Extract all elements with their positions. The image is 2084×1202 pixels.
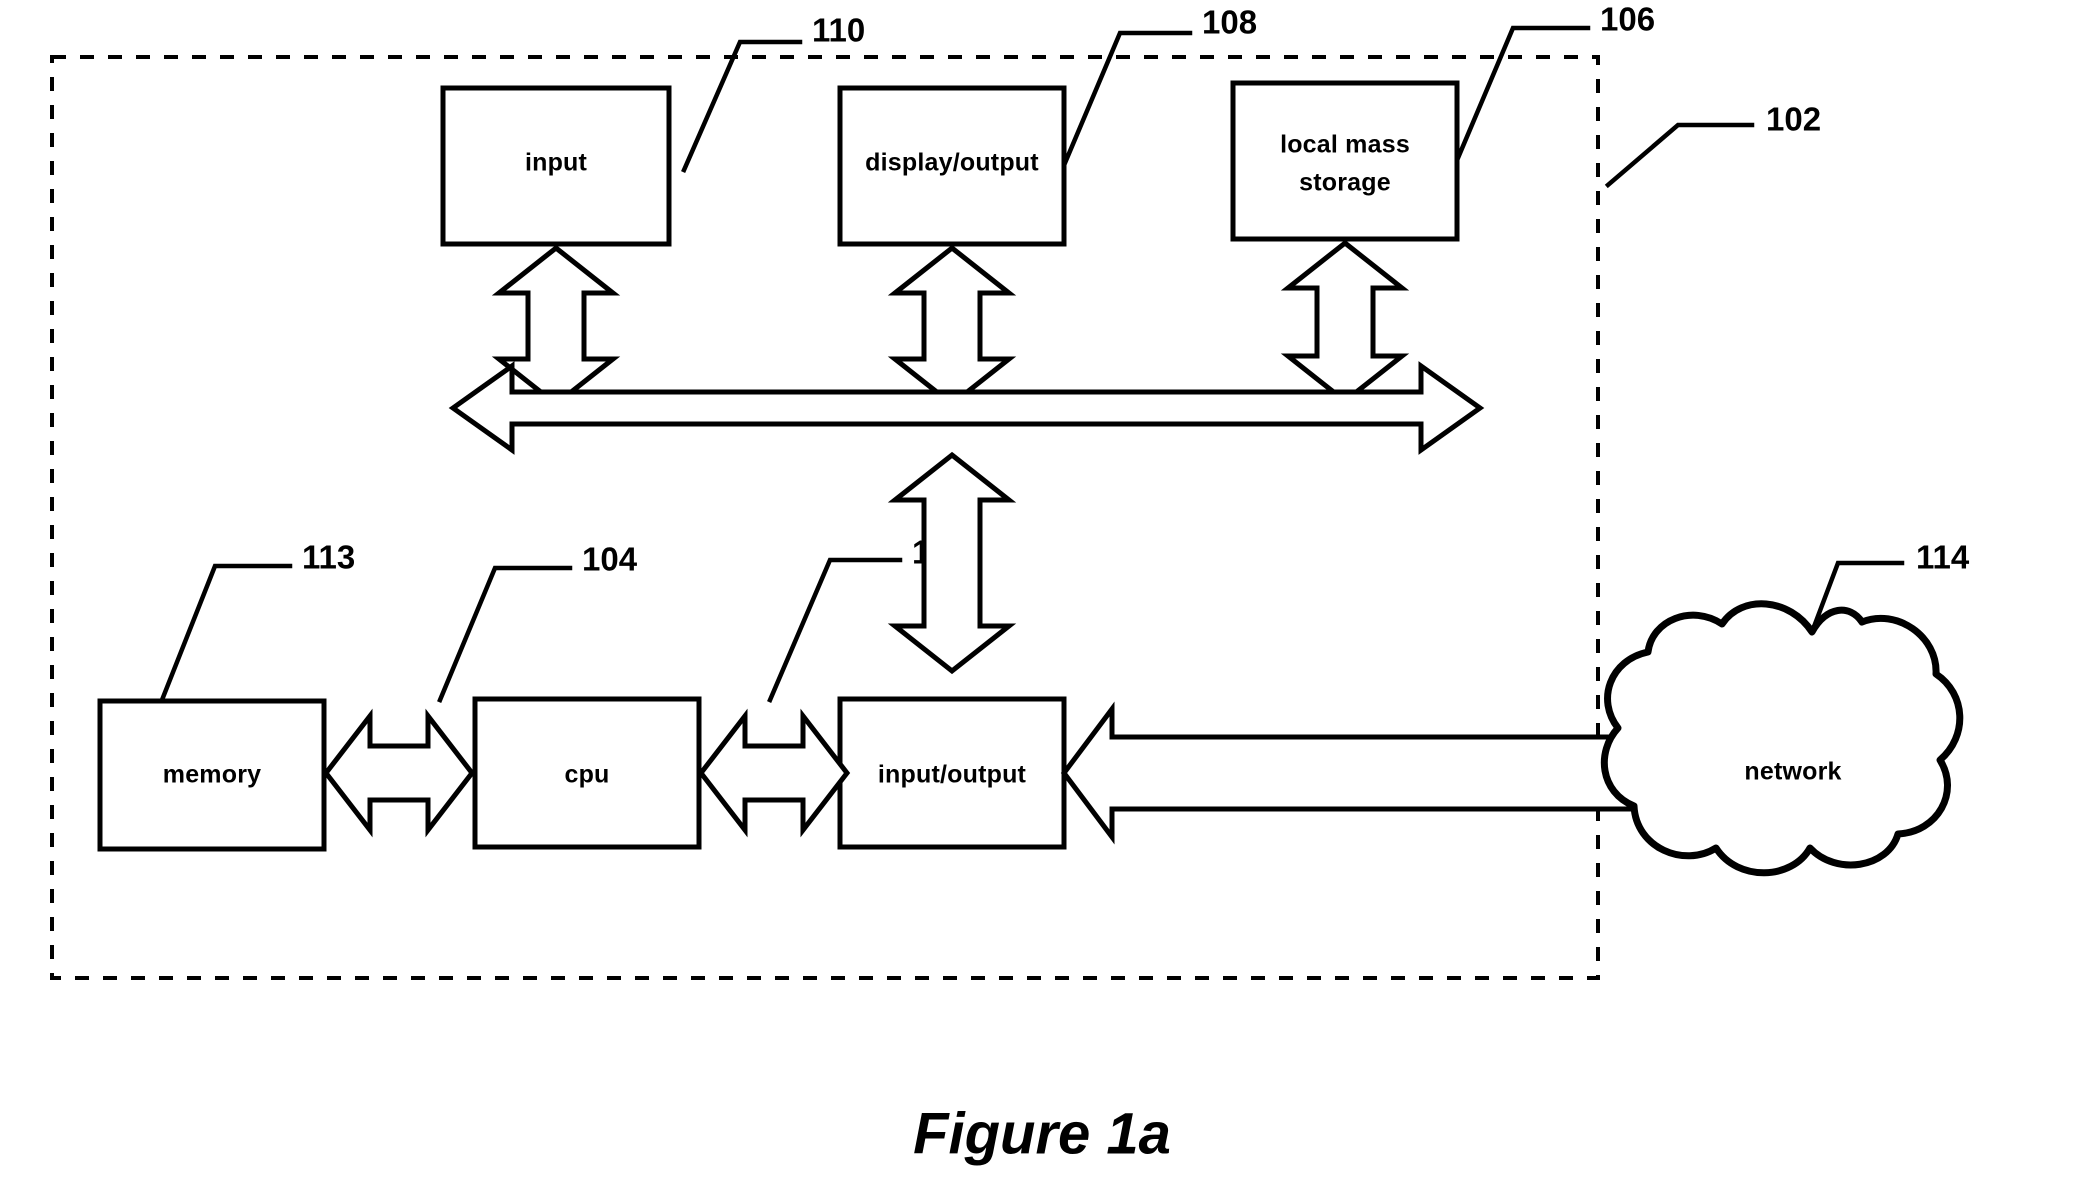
block-network-cloud[interactable] bbox=[1600, 600, 1964, 877]
arrow-memory-cpu bbox=[322, 708, 476, 838]
arrow-cpu-input-output bbox=[697, 708, 851, 838]
leader-line-cpu bbox=[437, 565, 573, 703]
system-architecture-diagram: 110 108 106 102 113 104 112 114 input di… bbox=[50, 1, 1970, 1166]
arrow-input-to-bus bbox=[491, 244, 621, 408]
leader-line-boundary bbox=[1604, 122, 1755, 189]
patent-figure-1a: 110 108 106 102 113 104 112 114 input di… bbox=[0, 0, 2084, 1202]
ref-numeral-106: 106 bbox=[1600, 1, 1655, 38]
block-display-output-label: display/output bbox=[865, 149, 1039, 177]
block-local-mass-storage-label-line1: local mass bbox=[1280, 131, 1410, 159]
ref-numeral-113: 113 bbox=[302, 539, 355, 576]
block-network-label: network bbox=[1744, 758, 1841, 786]
block-input-label: input bbox=[525, 149, 588, 177]
leader-line-input-output bbox=[767, 557, 903, 703]
block-local-mass-storage-label-line2: storage bbox=[1299, 169, 1391, 197]
ref-numeral-108: 108 bbox=[1202, 4, 1257, 41]
block-local-mass-storage[interactable] bbox=[1230, 80, 1460, 242]
arrow-local-mass-storage-to-bus bbox=[1280, 239, 1410, 405]
leader-line-input bbox=[681, 39, 803, 173]
block-memory-label: memory bbox=[163, 761, 261, 789]
leader-line-memory bbox=[159, 563, 293, 703]
leader-line-local-mass-storage bbox=[1452, 25, 1591, 168]
block-input-output-label: input/output bbox=[878, 761, 1027, 789]
figure-caption: Figure 1a bbox=[913, 1101, 1171, 1166]
ref-numeral-114: 114 bbox=[1916, 539, 1970, 576]
ref-numeral-104: 104 bbox=[582, 541, 638, 578]
ref-numeral-110: 110 bbox=[812, 12, 865, 49]
block-cpu-label: cpu bbox=[564, 761, 609, 789]
ref-numeral-102: 102 bbox=[1766, 101, 1821, 138]
leader-line-display-output bbox=[1059, 30, 1193, 173]
arrow-display-output-to-bus bbox=[887, 244, 1017, 408]
